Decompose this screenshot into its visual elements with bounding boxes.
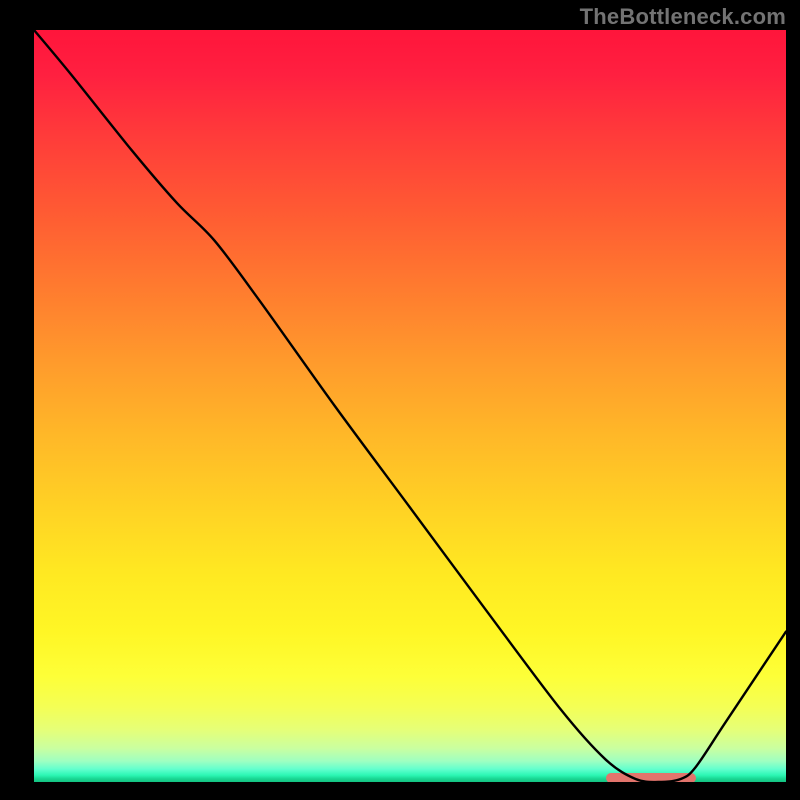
chart-container: TheBottleneck.com [0, 0, 800, 800]
watermark-text: TheBottleneck.com [580, 4, 786, 30]
bottleneck-curve [34, 30, 786, 782]
curve-svg [34, 30, 786, 782]
plot-area [34, 30, 786, 782]
